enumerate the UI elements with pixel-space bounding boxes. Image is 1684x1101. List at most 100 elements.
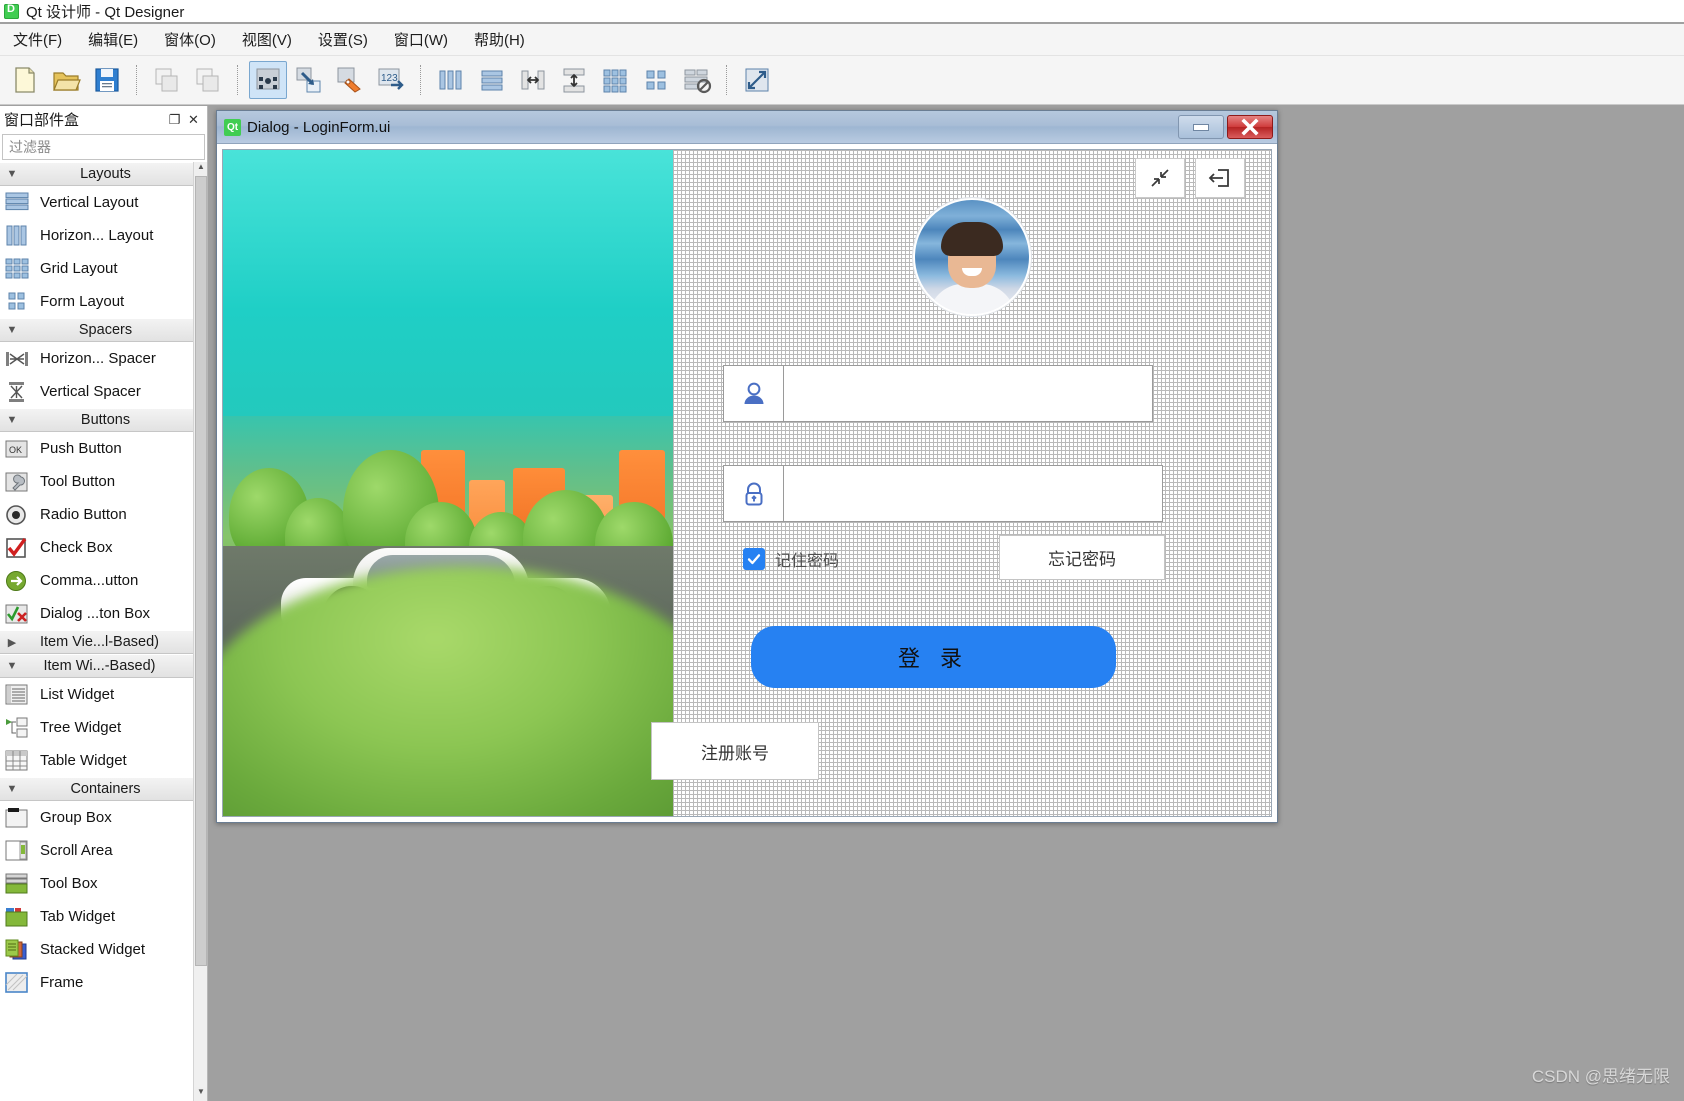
widget-item-form-layout[interactable]: Form Layout [0, 285, 207, 318]
save-file-icon[interactable] [88, 61, 126, 99]
group-header-item-views[interactable]: ▶ Item Vie...l-Based) [0, 630, 207, 654]
layout-vertically-icon[interactable] [473, 61, 511, 99]
widget-box-scrollbar[interactable]: ▲ ▼ [193, 162, 207, 1101]
open-file-icon[interactable] [47, 61, 85, 99]
chevron-down-icon: ▼ [6, 168, 18, 180]
table-widget-icon [2, 749, 32, 773]
toolbar-group-file [0, 61, 132, 99]
widget-item-group-box[interactable]: Group Box [0, 801, 207, 834]
break-layout-icon[interactable] [678, 61, 716, 99]
frame-icon [2, 971, 32, 995]
password-input[interactable] [783, 465, 1163, 522]
widget-item-stacked-widget[interactable]: Stacked Widget [0, 933, 207, 966]
widget-item-label: Tree Widget [40, 719, 122, 736]
edit-widgets-icon[interactable] [249, 61, 287, 99]
radio-button-icon [2, 503, 32, 527]
list-widget-icon [2, 683, 32, 707]
group-label: Spacers [78, 322, 133, 338]
mdi-workspace: Qt Dialog - LoginForm.ui 记住密码 忘记密码 登 录 注… [208, 106, 1684, 1101]
widget-item-list-widget[interactable]: List Widget [0, 678, 207, 711]
application-title-bar: Qt 设计师 - Qt Designer [0, 0, 1684, 22]
widget-item-tool-box[interactable]: Tool Box [0, 867, 207, 900]
widget-item-horizontal-layout[interactable]: Horizon... Layout [0, 219, 207, 252]
edit-buddies-icon[interactable] [331, 61, 369, 99]
widget-item-dialog-button-box[interactable]: Dialog ...ton Box [0, 597, 207, 630]
menu-settings[interactable]: 设置(S) [305, 25, 381, 54]
layout-splitter-horizontal-icon[interactable] [514, 61, 552, 99]
dialog-minimize-button[interactable] [1178, 115, 1224, 139]
menu-form[interactable]: 窗体(O) [151, 25, 229, 54]
dialog-body: 记住密码 忘记密码 登 录 注册账号 [217, 144, 1277, 822]
widget-item-tree-widget[interactable]: Tree Widget [0, 711, 207, 744]
filter-row[interactable] [2, 134, 205, 160]
menu-help[interactable]: 帮助(H) [461, 25, 538, 54]
password-field-row [723, 465, 1163, 522]
widget-item-check-box[interactable]: Check Box [0, 531, 207, 564]
widget-item-tab-widget[interactable]: Tab Widget [0, 900, 207, 933]
group-header-layouts[interactable]: ▼ Layouts [0, 162, 207, 186]
tool-box-icon [2, 872, 32, 896]
widget-item-grid-layout[interactable]: Grid Layout [0, 252, 207, 285]
dialog-close-button[interactable] [1227, 115, 1273, 139]
command-link-button-icon [2, 569, 32, 593]
scrollbar-thumb[interactable] [195, 176, 207, 966]
collapse-button[interactable] [1135, 158, 1185, 198]
edit-signals-slots-icon[interactable] [290, 61, 328, 99]
widget-item-label: Grid Layout [40, 260, 118, 277]
widget-item-vertical-spacer[interactable]: Vertical Spacer [0, 375, 207, 408]
form-layout-icon [2, 290, 32, 314]
group-header-containers[interactable]: ▼ Containers [0, 777, 207, 801]
minimize-icon [1193, 123, 1209, 131]
undo-icon[interactable] [148, 61, 186, 99]
remember-password-row[interactable]: 记住密码 [743, 547, 839, 571]
layout-form-icon[interactable] [637, 61, 675, 99]
login-hero-image [223, 150, 673, 816]
close-icon [1241, 118, 1259, 136]
forgot-password-button[interactable]: 忘记密码 [999, 535, 1165, 580]
username-input[interactable] [783, 365, 1153, 422]
stacked-widget-icon [2, 938, 32, 962]
dialog-title-bar[interactable]: Qt Dialog - LoginForm.ui [217, 111, 1277, 144]
login-button[interactable]: 登 录 [751, 626, 1116, 688]
layout-splitter-vertical-icon[interactable] [555, 61, 593, 99]
redo-icon[interactable] [189, 61, 227, 99]
widget-item-horizontal-spacer[interactable]: Horizon... Spacer [0, 342, 207, 375]
filter-input[interactable] [7, 138, 200, 156]
exit-button[interactable] [1195, 158, 1245, 198]
float-icon[interactable]: ❐ [165, 110, 184, 129]
check-icon [747, 554, 761, 565]
edit-tab-order-icon[interactable]: 123 [372, 61, 410, 99]
widget-item-command-link-button[interactable]: Comma...utton [0, 564, 207, 597]
widget-item-radio-button[interactable]: Radio Button [0, 498, 207, 531]
close-icon[interactable]: ✕ [184, 110, 203, 129]
remember-password-checkbox[interactable] [743, 548, 765, 570]
layout-horizontally-icon[interactable] [432, 61, 470, 99]
grid-layout-icon [2, 257, 32, 281]
menu-file[interactable]: 文件(F) [0, 25, 75, 54]
group-header-buttons[interactable]: ▼ Buttons [0, 408, 207, 432]
widget-item-label: Push Button [40, 440, 122, 457]
tool-button-icon [2, 470, 32, 494]
layout-grid-icon[interactable] [596, 61, 634, 99]
menu-window[interactable]: 窗口(W) [381, 25, 461, 54]
group-header-spacers[interactable]: ▼ Spacers [0, 318, 207, 342]
group-header-item-widgets[interactable]: ▼ Item Wi...-Based) [0, 654, 207, 678]
register-account-button[interactable]: 注册账号 [651, 722, 819, 780]
login-form-dialog: Qt Dialog - LoginForm.ui 记住密码 忘记密码 登 录 注… [216, 110, 1278, 823]
widget-item-scroll-area[interactable]: Scroll Area [0, 834, 207, 867]
widget-item-frame[interactable]: Frame [0, 966, 207, 999]
new-file-icon[interactable] [6, 61, 44, 99]
scroll-down-arrow-icon[interactable]: ▼ [195, 1087, 207, 1101]
widget-item-label: Group Box [40, 809, 112, 826]
widget-item-vertical-layout[interactable]: Vertical Layout [0, 186, 207, 219]
widget-item-label: Frame [40, 974, 84, 991]
menu-view[interactable]: 视图(V) [229, 25, 305, 54]
menu-edit[interactable]: 编辑(E) [75, 25, 151, 54]
widget-item-push-button[interactable]: OK Push Button [0, 432, 207, 465]
adjust-size-icon[interactable] [738, 61, 776, 99]
widget-item-label: Scroll Area [40, 842, 113, 859]
widget-item-table-widget[interactable]: Table Widget [0, 744, 207, 777]
widget-list: ▼ Layouts Vertical Layout Horizon... Lay… [0, 162, 207, 1101]
scroll-up-arrow-icon[interactable]: ▲ [195, 162, 207, 176]
widget-item-tool-button[interactable]: Tool Button [0, 465, 207, 498]
